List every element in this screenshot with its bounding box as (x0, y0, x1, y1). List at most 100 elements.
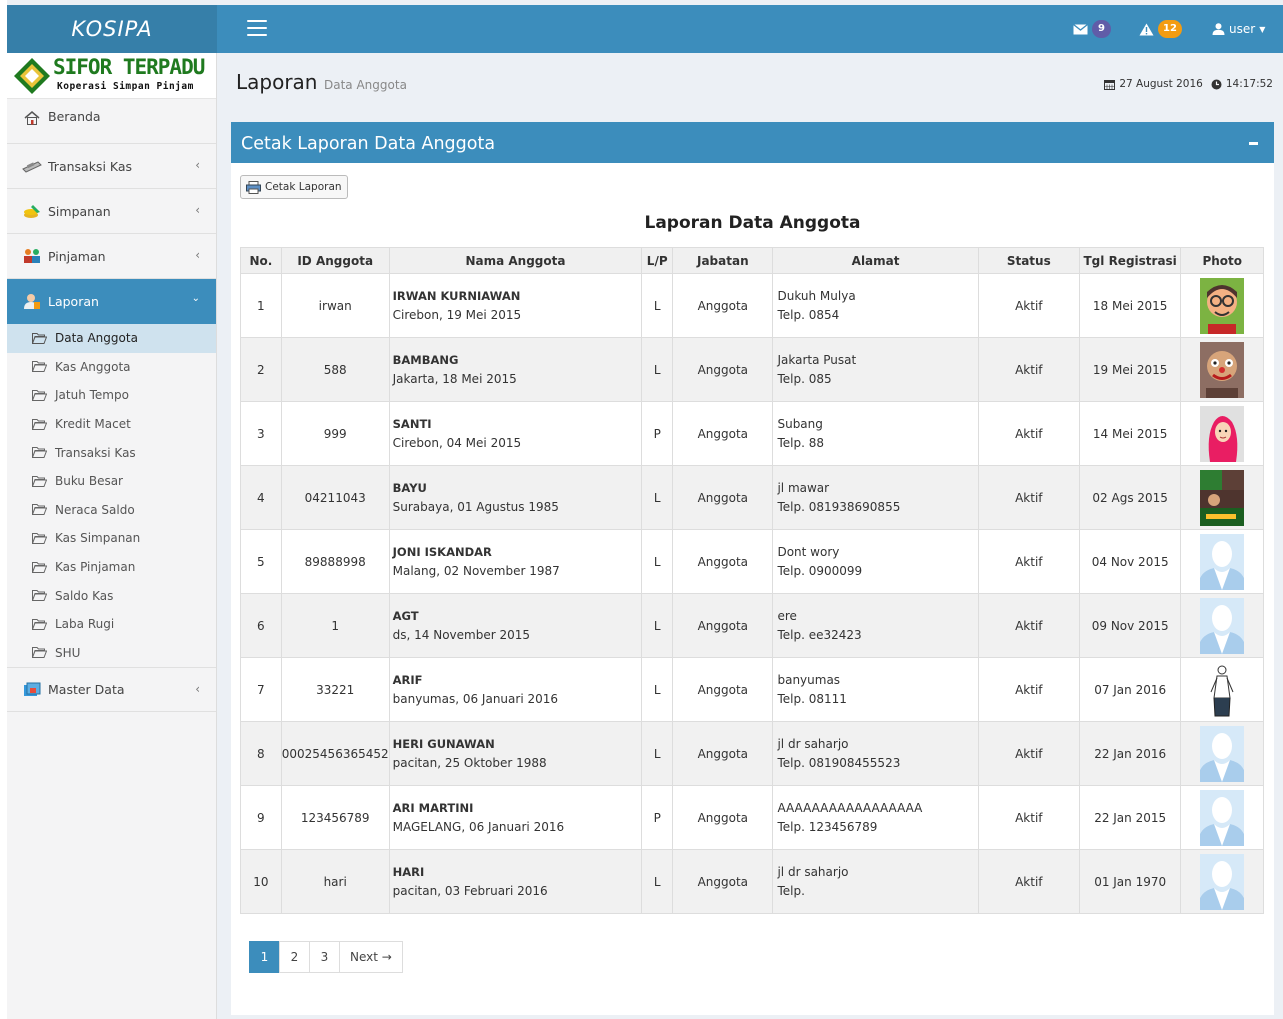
cell-id: 999 (280, 401, 390, 466)
box-header: Cetak Laporan Data Anggota (231, 125, 1274, 163)
cell-status: Aktif (977, 593, 1080, 658)
page-2-button[interactable]: 2 (279, 941, 310, 973)
table-row: 4 04211043 BAYU Surabaya, 01 Agustus 1985… (240, 465, 1264, 530)
submenu-label: Kas Anggota (55, 359, 131, 374)
sidebar-item-simpanan[interactable]: Simpanan ‹ (7, 189, 216, 234)
envelope-icon (1073, 23, 1088, 34)
cell-no: 7 (240, 657, 282, 722)
cell-photo (1180, 337, 1264, 402)
chevron-left-icon: ‹ (195, 682, 200, 697)
member-photo-woman (1200, 405, 1245, 462)
submenu-label: Saldo Kas (55, 588, 114, 603)
member-name: BAMBANG (392, 352, 459, 367)
cell-lp: L (641, 593, 674, 658)
sidebar-item-laporan[interactable]: Laporan ⌄ (7, 279, 216, 324)
folder-icon (32, 475, 47, 487)
sidebar-item-master-data[interactable]: Master Data ‹ (7, 667, 216, 713)
submenu-item-neraca-saldo[interactable]: Neraca Saldo (7, 496, 216, 525)
cell-lp: L (641, 273, 674, 338)
submenu-item-kas-anggota[interactable]: Kas Anggota (7, 353, 216, 382)
cell-status: Aktif (977, 721, 1080, 786)
member-birth: Malang, 02 November 1987 (392, 563, 560, 578)
submenu-item-saldo-kas[interactable]: Saldo Kas (7, 581, 216, 610)
cell-name: ARI MARTINI MAGELANG, 06 Januari 2016 (388, 785, 643, 850)
member-birth: Cirebon, 04 Mei 2015 (392, 435, 522, 450)
submenu-item-kredit-macet[interactable]: Kredit Macet (7, 410, 216, 439)
members-table: No. ID Anggota Nama Anggota L/P Jabatan … (240, 247, 1264, 914)
box-title: Cetak Laporan Data Anggota (241, 134, 496, 154)
cell-jabatan: Anggota (672, 785, 774, 850)
cell-no: 9 (240, 785, 282, 850)
sidebar-item-label: Transaksi Kas (48, 158, 133, 174)
cell-no: 1 (240, 273, 282, 338)
member-phone: Telp. 081938690855 (777, 499, 901, 514)
default-avatar-icon (1200, 789, 1245, 846)
cell-lp: L (641, 849, 674, 914)
table-row: 7 33221 ARIF banyumas, 06 Januari 2016 L … (240, 657, 1264, 722)
user-label: user (1229, 22, 1256, 36)
submenu-item-transaksi-kas[interactable]: Transaksi Kas (7, 438, 216, 467)
cell-alamat: jl dr saharjo Telp. 081908455523 (772, 721, 979, 786)
cell-lp: P (641, 401, 674, 466)
page-3-button[interactable]: 3 (309, 941, 340, 973)
cell-name: AGT ds, 14 November 2015 (388, 593, 643, 658)
sidebar-toggle-icon[interactable] (247, 20, 267, 37)
cell-status: Aktif (977, 273, 1080, 338)
folder-icon (32, 532, 47, 544)
cell-name: JONI ISKANDAR Malang, 02 November 1987 (388, 529, 643, 594)
printer-icon (246, 180, 261, 194)
next-page-button[interactable]: Next → (339, 941, 403, 973)
cell-id: 89888998 (280, 529, 390, 594)
messages-badge: 9 (1092, 20, 1111, 38)
chevron-left-icon: ‹ (195, 158, 200, 172)
user-menu[interactable]: user ▼ (1212, 5, 1265, 53)
submenu-item-kas-pinjaman[interactable]: Kas Pinjaman (7, 553, 216, 582)
sidebar-item-label: Master Data (48, 682, 125, 698)
folder-icon (32, 332, 47, 344)
table-row: 3 999 SANTI Cirebon, 04 Mei 2015 P Anggot… (240, 401, 1264, 466)
submenu-label: Buku Besar (55, 474, 123, 489)
chevron-down-icon: ⌄ (191, 293, 200, 304)
cell-jabatan: Anggota (672, 721, 774, 786)
submenu-item-jatuh-tempo[interactable]: Jatuh Tempo (7, 381, 216, 410)
member-phone: Telp. 0854 (777, 307, 840, 322)
cell-lp: L (641, 337, 674, 402)
member-address: banyumas (777, 672, 841, 687)
cell-id: irwan (280, 273, 390, 338)
time-text: 14:17:52 (1225, 78, 1273, 90)
messages-menu[interactable]: 9 (1073, 5, 1111, 53)
member-phone: Telp. (777, 883, 805, 898)
sidebar-item-pinjaman[interactable]: Pinjaman ‹ (7, 234, 216, 279)
submenu-item-kas-simpanan[interactable]: Kas Simpanan (7, 524, 216, 553)
table-row: 10 hari HARI pacitan, 03 Februari 2016 L … (240, 849, 1264, 914)
submenu-item-buku-besar[interactable]: Buku Besar (7, 467, 216, 496)
print-report-button[interactable]: Cetak Laporan (240, 175, 348, 199)
cell-tgl: 19 Mei 2015 (1078, 337, 1182, 402)
cell-name: BAMBANG Jakarta, 18 Mei 2015 (388, 337, 643, 402)
sidebar-item-beranda[interactable]: Beranda (7, 99, 216, 144)
member-phone: Telp. 085 (777, 371, 832, 386)
app-logo[interactable]: KOSIPA (7, 5, 217, 53)
page-1-button[interactable]: 1 (249, 941, 280, 973)
table-row: 1 irwan IRWAN KURNIAWAN Cirebon, 19 Mei 2… (240, 273, 1264, 338)
member-address: AAAAAAAAAAAAAAAAA (777, 800, 923, 815)
cell-tgl: 14 Mei 2015 (1078, 401, 1182, 466)
collapse-icon[interactable] (1249, 142, 1258, 145)
member-photo-sketch (1200, 661, 1245, 718)
submenu-item-data-anggota[interactable]: Data Anggota (7, 324, 216, 353)
submenu-item-shu[interactable]: SHU (7, 639, 216, 668)
notifications-menu[interactable]: 12 (1139, 5, 1182, 53)
sidebar-item-transaksi-kas[interactable]: Transaksi Kas ‹ (7, 144, 216, 189)
cell-photo (1180, 657, 1264, 722)
cell-status: Aktif (977, 337, 1080, 402)
member-address: Jakarta Pusat (777, 352, 857, 367)
col-header-lp: L/P (641, 247, 674, 274)
left-edge (0, 0, 7, 1019)
submenu-label: Laba Rugi (55, 617, 115, 632)
submenu-item-laba-rugi[interactable]: Laba Rugi (7, 610, 216, 639)
cell-no: 10 (240, 849, 282, 914)
member-address: Subang (777, 416, 823, 431)
page-subtitle: Data Anggota (324, 78, 407, 92)
cell-lp: L (641, 529, 674, 594)
member-birth: Surabaya, 01 Agustus 1985 (392, 499, 559, 514)
